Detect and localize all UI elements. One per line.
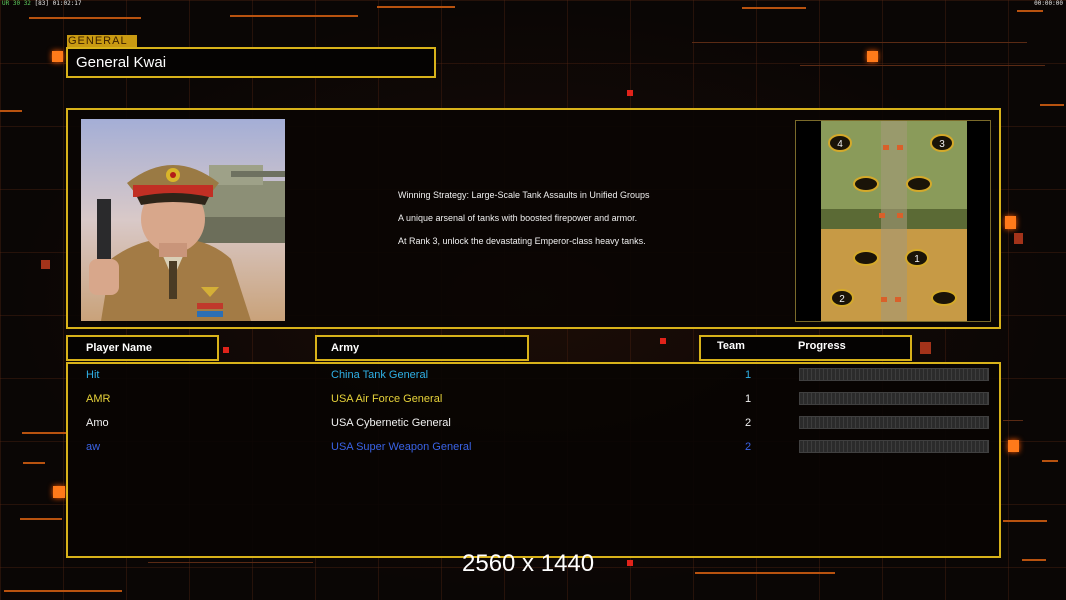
deco-line <box>742 7 806 9</box>
general-tag: GENERAL <box>67 35 137 47</box>
deco-line <box>29 17 141 19</box>
loading-progress-bar <box>799 416 989 429</box>
column-header-army: Army <box>315 335 529 361</box>
player-name: aw <box>86 441 101 453</box>
column-header-team: Team <box>717 340 745 352</box>
column-header-team-progress: Team Progress <box>699 335 912 361</box>
deco-line <box>1022 559 1046 561</box>
start-position-2: 2 <box>830 289 854 307</box>
start-label-3: 3 <box>939 139 945 150</box>
loading-progress-bar <box>799 392 989 405</box>
player-list: Hit China Tank General 1 AMR USA Air For… <box>66 362 1001 558</box>
deco-line <box>148 562 313 563</box>
deco-red-dot <box>627 560 633 566</box>
map-preview[interactable]: 4 3 1 2 <box>795 120 991 322</box>
deco-red-dot <box>627 90 633 96</box>
deco-line <box>1003 420 1023 421</box>
start-label-1: 1 <box>914 254 920 265</box>
deco-red-dot <box>223 347 229 353</box>
player-row[interactable]: Amo USA Cybernetic General 2 <box>68 412 999 434</box>
resolution-label: 2560 x 1440 <box>462 550 595 577</box>
player-team: 1 <box>745 369 752 381</box>
start-label-2: 2 <box>839 294 845 305</box>
deco-square <box>52 51 63 62</box>
loading-progress-bar <box>799 368 989 381</box>
system-stats: UR 30 32 [83] 01:02:17 <box>2 0 82 7</box>
general-description: Winning Strategy: Large-Scale Tank Assau… <box>398 190 649 259</box>
deco-line <box>1003 520 1047 522</box>
game-clock: 00:00:00 <box>1034 0 1063 7</box>
deco-square <box>41 260 50 269</box>
player-name: AMR <box>86 393 111 405</box>
start-label-4: 4 <box>837 139 843 150</box>
deco-square <box>920 342 931 354</box>
deco-line <box>23 462 45 464</box>
stats-prefix: UR <box>2 0 10 7</box>
start-position-4: 4 <box>828 134 852 152</box>
deco-line <box>377 6 455 8</box>
map-terrain: 4 3 1 2 <box>821 121 967 321</box>
general-info-panel: Winning Strategy: Large-Scale Tank Assau… <box>66 108 1001 329</box>
deco-line <box>4 590 122 592</box>
column-header-progress: Progress <box>798 340 846 352</box>
loading-progress-bar <box>799 440 989 453</box>
start-position-1: 1 <box>905 249 929 267</box>
player-team: 1 <box>745 393 752 405</box>
deco-line <box>0 110 22 112</box>
deco-square <box>867 51 878 62</box>
player-row[interactable]: Hit China Tank General 1 <box>68 364 999 386</box>
player-row[interactable]: aw USA Super Weapon General 2 <box>68 436 999 458</box>
general-name: General Kwai <box>66 47 436 78</box>
stats-values: 30 32 <box>12 0 31 7</box>
deco-line <box>800 65 1045 66</box>
map-preview-image: 4 3 1 2 <box>821 121 967 321</box>
deco-line <box>695 572 835 574</box>
general-portrait <box>81 119 285 321</box>
deco-line <box>1040 104 1064 106</box>
deco-line <box>1017 10 1043 12</box>
deco-line <box>1042 460 1058 462</box>
deco-line <box>692 42 1027 43</box>
player-army: USA Super Weapon General <box>331 441 472 453</box>
description-line-rank: At Rank 3, unlock the devastating Empero… <box>398 236 646 246</box>
deco-line <box>230 15 358 17</box>
player-name: Amo <box>86 417 109 429</box>
stats-bracket: [83] <box>34 0 49 7</box>
column-header-player: Player Name <box>66 335 219 361</box>
session-time: 01:02:17 <box>52 0 82 7</box>
player-army: China Tank General <box>331 369 429 381</box>
deco-square <box>53 486 65 498</box>
player-army: USA Cybernetic General <box>331 417 451 429</box>
deco-red-dot <box>660 338 666 344</box>
deco-line <box>22 432 66 434</box>
player-row[interactable]: AMR USA Air Force General 1 <box>68 388 999 410</box>
start-position-3: 3 <box>930 134 954 152</box>
deco-line <box>20 518 62 520</box>
player-name: Hit <box>86 369 100 381</box>
description-line-strategy: Winning Strategy: Large-Scale Tank Assau… <box>398 190 650 200</box>
player-army: USA Air Force General <box>331 393 443 405</box>
deco-square <box>1014 233 1023 244</box>
deco-square <box>1008 440 1019 452</box>
deco-square <box>1005 216 1016 229</box>
player-team: 2 <box>745 417 752 429</box>
player-team: 2 <box>745 441 752 453</box>
description-line-arsenal: A unique arsenal of tanks with boosted f… <box>398 213 638 223</box>
general-portrait-image <box>81 119 285 321</box>
